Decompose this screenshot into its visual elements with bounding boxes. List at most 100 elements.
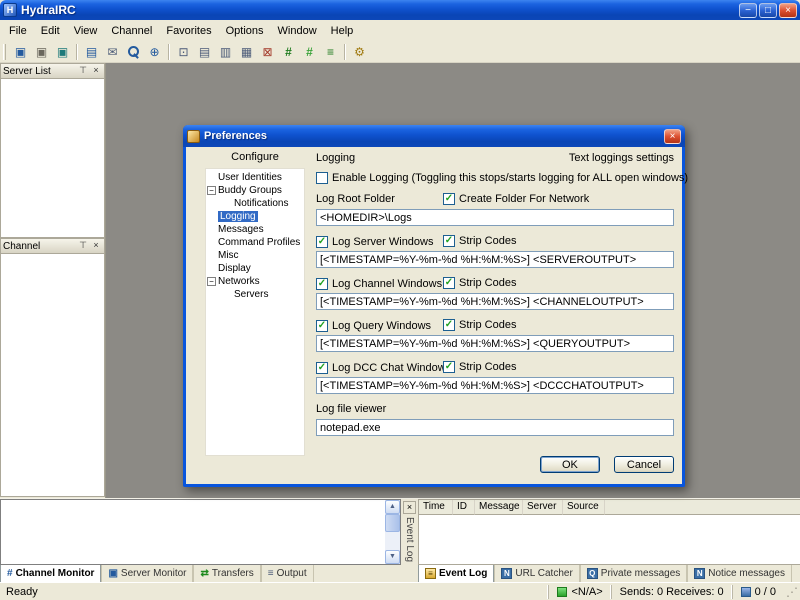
toolbar-gripper[interactable] [3, 44, 6, 60]
tree-item-notifications[interactable]: Notifications [206, 197, 304, 210]
tree-item-user-identities[interactable]: User Identities [206, 171, 304, 184]
strip-codes-server-checkbox[interactable]: ✓ Strip Codes [443, 235, 516, 247]
monitor-tabs: # Channel Monitor ▣ Server Monitor ⇄ Tra… [0, 565, 314, 583]
log-query-windows-checkbox[interactable]: ✓ Log Query Windows [316, 320, 431, 332]
browser-icon[interactable]: ⊕ [145, 43, 164, 61]
enable-logging-checkbox[interactable]: Enable Logging (Toggling this stops/star… [316, 172, 688, 184]
strip-close-icon[interactable]: × [403, 501, 416, 514]
resize-grip[interactable]: ⋰ [784, 584, 800, 600]
event-tabs: ≡ Event Log N URL Catcher Q Private mess… [418, 565, 792, 583]
page-title: Logging [316, 152, 355, 164]
join-channel-icon[interactable]: # [279, 43, 298, 61]
tree-item-messages[interactable]: Messages [206, 223, 304, 236]
tab-channel-monitor[interactable]: # Channel Monitor [0, 565, 101, 583]
vertical-scrollbar[interactable]: ▲ ▼ [385, 500, 400, 564]
tree-item-servers[interactable]: Servers [206, 288, 304, 301]
notice-messages-icon: N [694, 568, 705, 579]
close-button[interactable]: × [779, 3, 797, 18]
channel-monitor-view[interactable]: ▲ ▼ [0, 499, 401, 565]
menu-window[interactable]: Window [271, 22, 324, 40]
menu-favorites[interactable]: Favorites [159, 22, 218, 40]
tree-item-command-profiles[interactable]: Command Profiles [206, 236, 304, 249]
tree-item-display[interactable]: Display [206, 262, 304, 275]
server-monitor-icon: ▣ [108, 569, 117, 579]
disconnect-icon[interactable]: ▣ [32, 43, 51, 61]
strip-codes-channel-checkbox[interactable]: ✓ Strip Codes [443, 277, 516, 289]
close-all-windows-icon[interactable]: ⊠ [258, 43, 277, 61]
create-folder-checkbox[interactable]: ✓ Create Folder For Network [443, 193, 589, 205]
minimize-button[interactable]: − [739, 3, 757, 18]
status-ready: Ready [0, 586, 548, 598]
server-list-window-icon[interactable]: ▤ [82, 43, 101, 61]
window-titlebar: H HydraIRC − □ × [0, 0, 800, 20]
preferences-icon[interactable]: ⚙ [350, 43, 369, 61]
log-channel-windows-checkbox[interactable]: ✓ Log Channel Windows [316, 278, 442, 290]
tab-notice-messages[interactable]: N Notice messages [687, 565, 792, 583]
app-icon: H [3, 3, 17, 17]
menu-file[interactable]: File [2, 22, 34, 40]
channel-list-icon[interactable]: ≡ [321, 43, 340, 61]
connect-icon[interactable]: ▣ [11, 43, 30, 61]
cancel-button[interactable]: Cancel [614, 456, 674, 473]
pin-icon[interactable]: ⊤ [77, 65, 89, 77]
tile-vertical-icon[interactable]: ▥ [216, 43, 235, 61]
column-header-message[interactable]: Message [475, 500, 523, 515]
menu-options[interactable]: Options [219, 22, 271, 40]
window-title: HydraIRC [21, 3, 737, 17]
tab-server-monitor[interactable]: ▣ Server Monitor [101, 565, 193, 583]
log-file-viewer-input[interactable] [316, 419, 674, 436]
menu-channel[interactable]: Channel [104, 22, 159, 40]
channel-log-format-input[interactable] [316, 293, 674, 310]
dcc-log-format-input[interactable] [316, 377, 674, 394]
arrange-icons-icon[interactable]: ▦ [237, 43, 256, 61]
pin-icon[interactable]: ⊤ [77, 240, 89, 252]
maximize-button[interactable]: □ [759, 3, 777, 18]
expand-icon[interactable]: − [207, 186, 216, 195]
menu-help[interactable]: Help [324, 22, 361, 40]
column-header-source[interactable]: Source [563, 500, 605, 515]
logging-page: Logging Text loggings settings Enable Lo… [316, 152, 674, 445]
transfers-icon: ⇄ [200, 569, 208, 579]
log-dcc-chat-windows-checkbox[interactable]: ✓ Log DCC Chat Windows [316, 362, 451, 374]
tab-private-messages[interactable]: Q Private messages [580, 565, 687, 583]
tile-horizontal-icon[interactable]: ▤ [195, 43, 214, 61]
search-icon[interactable] [124, 43, 143, 61]
log-root-folder-input[interactable] [316, 209, 674, 226]
column-header-server[interactable]: Server [523, 500, 563, 515]
panel-close-icon[interactable]: × [90, 240, 102, 252]
query-log-format-input[interactable] [316, 335, 674, 352]
tree-item-buddy-groups[interactable]: −Buddy Groups [206, 184, 304, 197]
menu-view[interactable]: View [67, 22, 105, 40]
column-header-time[interactable]: Time [419, 500, 453, 515]
log-server-windows-checkbox[interactable]: ✓ Log Server Windows [316, 236, 434, 248]
scroll-down-icon[interactable]: ▼ [385, 550, 400, 564]
tab-event-log[interactable]: ≡ Event Log [418, 565, 494, 583]
quick-connect-icon[interactable]: ▣ [53, 43, 72, 61]
event-log-vertical-label[interactable]: Event Log [404, 517, 415, 562]
url-catcher-icon: N [501, 568, 512, 579]
event-log-view[interactable]: Time ID Message Server Source [418, 499, 800, 565]
tab-transfers[interactable]: ⇄ Transfers [193, 565, 260, 583]
strip-codes-dcc-checkbox[interactable]: ✓ Strip Codes [443, 361, 516, 373]
part-channel-icon[interactable]: # [300, 43, 319, 61]
server-list-panel-body[interactable] [0, 79, 105, 238]
ok-button[interactable]: OK [540, 456, 600, 473]
scrollbar-thumb[interactable] [385, 514, 400, 532]
menu-edit[interactable]: Edit [34, 22, 67, 40]
cascade-windows-icon[interactable]: ⊡ [174, 43, 193, 61]
tree-item-logging[interactable]: Logging [206, 210, 304, 223]
server-log-format-input[interactable] [316, 251, 674, 268]
dialog-close-button[interactable]: × [664, 129, 681, 144]
toolbar-separator [344, 44, 346, 60]
expand-icon[interactable]: − [207, 277, 216, 286]
tree-item-networks[interactable]: −Networks [206, 275, 304, 288]
panel-close-icon[interactable]: × [90, 65, 102, 77]
scroll-up-icon[interactable]: ▲ [385, 500, 400, 514]
column-header-id[interactable]: ID [453, 500, 475, 515]
tab-url-catcher[interactable]: N URL Catcher [494, 565, 579, 583]
tab-output[interactable]: ≡ Output [261, 565, 314, 583]
tree-item-misc[interactable]: Misc [206, 249, 304, 262]
message-window-icon[interactable]: ✉ [103, 43, 122, 61]
strip-codes-query-checkbox[interactable]: ✓ Strip Codes [443, 319, 516, 331]
channel-panel-body[interactable] [0, 254, 105, 497]
